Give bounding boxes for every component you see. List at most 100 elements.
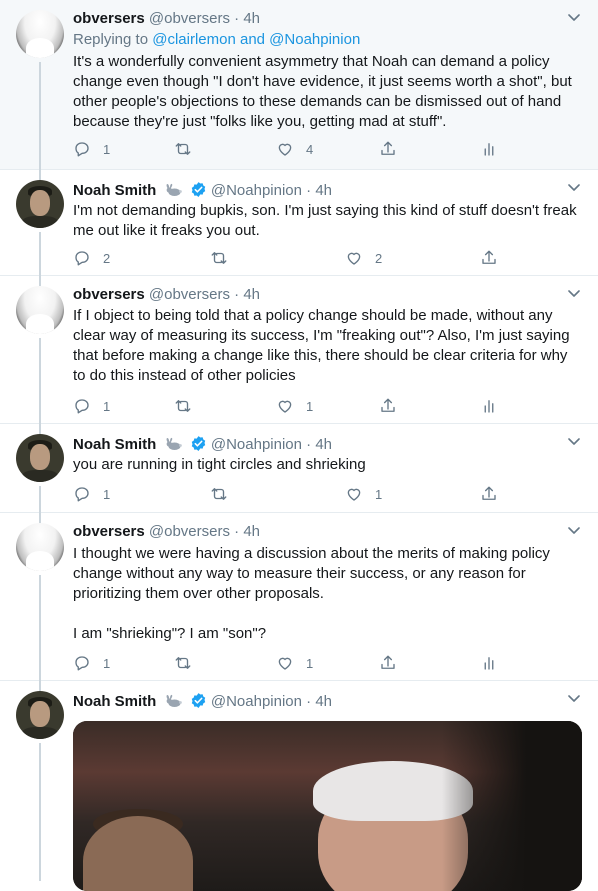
- thread-line: [39, 681, 41, 691]
- avatar[interactable]: [16, 434, 64, 482]
- display-name[interactable]: Noah Smith: [73, 436, 156, 453]
- verified-badge-icon: [190, 181, 207, 198]
- action-bar: 1 1: [73, 653, 503, 673]
- tweet-header: Noah Smith @Noahpinion · 4h: [73, 692, 582, 712]
- chevron-down-icon[interactable]: [568, 184, 580, 192]
- like-button[interactable]: 1: [345, 484, 382, 504]
- share-button[interactable]: [379, 653, 397, 673]
- share-button[interactable]: [480, 248, 498, 268]
- reply-count: 1: [103, 655, 111, 671]
- timestamp[interactable]: 4h: [243, 10, 260, 27]
- thread-line: [39, 276, 41, 286]
- retweet-button[interactable]: [174, 396, 204, 416]
- verified-badge-icon: [190, 692, 207, 709]
- thread-line: [39, 424, 41, 434]
- tweet-3[interactable]: obversers @obversers · 4h If I object to…: [0, 276, 598, 424]
- handle[interactable]: @obversers: [149, 523, 230, 540]
- thread-line: [39, 513, 41, 523]
- retweet-button[interactable]: [210, 484, 240, 504]
- analytics-icon: [480, 140, 498, 158]
- chevron-down-icon[interactable]: [568, 438, 580, 446]
- tweet-text: you are running in tight circles and shr…: [73, 456, 366, 473]
- retweet-button[interactable]: [210, 248, 240, 268]
- separator-dot: ·: [234, 523, 240, 540]
- analytics-button[interactable]: [480, 653, 498, 673]
- tweet-5[interactable]: obversers @obversers · 4h I thought we w…: [0, 513, 598, 681]
- share-button[interactable]: [379, 139, 397, 159]
- heart-icon: [276, 140, 294, 158]
- separator-dot: ·: [306, 693, 312, 710]
- reply-count: 1: [103, 141, 111, 157]
- like-button[interactable]: 2: [345, 248, 382, 268]
- tweet-media-image[interactable]: [73, 721, 582, 891]
- timestamp[interactable]: 4h: [315, 182, 332, 199]
- reply-count: 1: [103, 398, 111, 414]
- tweet-4[interactable]: Noah Smith @Noahpinion · 4h you are runn…: [0, 424, 598, 513]
- reply-button[interactable]: 1: [73, 653, 110, 673]
- action-bar: 1 4: [73, 139, 503, 159]
- tweet-1[interactable]: obversers @obversers · 4h Replying to @c…: [0, 0, 598, 170]
- tweet-text: If I object to being told that a policy …: [73, 307, 570, 384]
- chevron-down-icon[interactable]: [568, 290, 580, 298]
- analytics-button[interactable]: [480, 396, 498, 416]
- reply-button[interactable]: 1: [73, 484, 110, 504]
- retweet-button[interactable]: [174, 653, 204, 673]
- chevron-down-icon[interactable]: [568, 527, 580, 535]
- timestamp[interactable]: 4h: [243, 286, 260, 303]
- analytics-icon: [480, 654, 498, 672]
- heart-icon: [276, 654, 294, 672]
- share-icon: [379, 140, 397, 158]
- like-button[interactable]: 1: [276, 396, 313, 416]
- share-button[interactable]: [379, 396, 397, 416]
- analytics-button[interactable]: [480, 139, 498, 159]
- thread-line: [39, 743, 41, 881]
- retweet-button[interactable]: [174, 139, 204, 159]
- avatar[interactable]: [16, 180, 64, 228]
- display-name[interactable]: obversers: [73, 286, 145, 303]
- separator-dot: ·: [306, 436, 312, 453]
- avatar[interactable]: [16, 523, 64, 571]
- avatar[interactable]: [16, 286, 64, 334]
- heart-icon: [345, 485, 363, 503]
- retweet-icon: [210, 485, 228, 503]
- action-bar: 2 2: [73, 248, 503, 268]
- display-name[interactable]: Noah Smith: [73, 182, 156, 199]
- handle[interactable]: @Noahpinion: [211, 436, 302, 453]
- display-name[interactable]: obversers: [73, 523, 145, 540]
- separator-dot: ·: [234, 286, 240, 303]
- timestamp[interactable]: 4h: [315, 436, 332, 453]
- reply-button[interactable]: 2: [73, 248, 110, 268]
- reply-icon: [73, 397, 91, 415]
- rabbit-icon: [164, 694, 182, 708]
- thread-line: [39, 575, 41, 681]
- chevron-down-icon[interactable]: [568, 695, 580, 703]
- replying-to-link[interactable]: @clairlemon and @Noahpinion: [152, 31, 360, 48]
- replying-prefix: Replying to: [73, 31, 149, 48]
- separator-dot: ·: [306, 182, 312, 199]
- like-button[interactable]: 4: [276, 139, 313, 159]
- timestamp[interactable]: 4h: [243, 523, 260, 540]
- avatar[interactable]: [16, 691, 64, 739]
- like-count: 2: [375, 250, 383, 266]
- timestamp[interactable]: 4h: [315, 693, 332, 710]
- handle[interactable]: @obversers: [149, 10, 230, 27]
- handle[interactable]: @obversers: [149, 286, 230, 303]
- reply-count: 2: [103, 250, 111, 266]
- handle[interactable]: @Noahpinion: [211, 693, 302, 710]
- reply-button[interactable]: 1: [73, 139, 110, 159]
- like-button[interactable]: 1: [276, 653, 313, 673]
- display-name[interactable]: obversers: [73, 10, 145, 27]
- chevron-down-icon[interactable]: [568, 14, 580, 22]
- handle[interactable]: @Noahpinion: [211, 182, 302, 199]
- analytics-icon: [480, 397, 498, 415]
- action-bar: 1 1: [73, 396, 503, 416]
- like-count: 1: [306, 655, 314, 671]
- avatar[interactable]: [16, 10, 64, 58]
- share-icon: [379, 654, 397, 672]
- tweet-2[interactable]: Noah Smith @Noahpinion · 4h I'm not dema…: [0, 170, 598, 276]
- share-icon: [480, 249, 498, 267]
- display-name[interactable]: Noah Smith: [73, 693, 156, 710]
- reply-button[interactable]: 1: [73, 396, 110, 416]
- reply-icon: [73, 485, 91, 503]
- share-button[interactable]: [480, 484, 498, 504]
